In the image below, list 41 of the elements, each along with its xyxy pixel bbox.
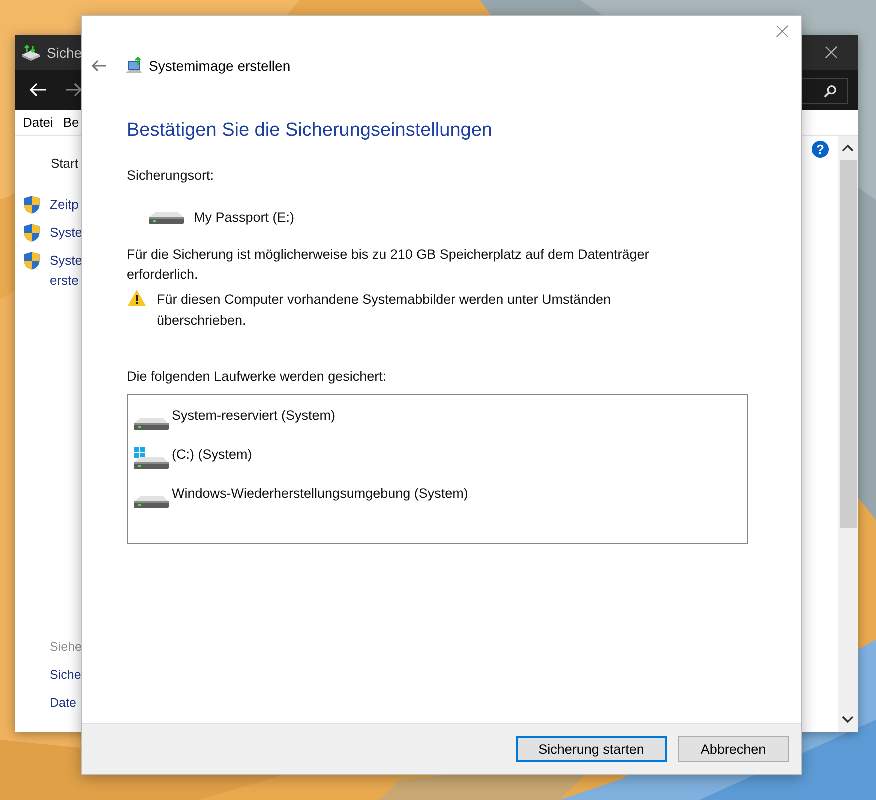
scrollbar[interactable] [838,136,858,732]
computer-backup-icon [125,57,143,75]
drive-icon [148,210,184,224]
help-icon[interactable]: ? [812,141,829,158]
warning-message: Für diesen Computer vorhandene Systemabbilder werden unter Umständen überschrieben. [157,291,612,330]
task-link[interactable]: Zeitp [50,195,81,215]
drive-name: System-reserviert (System) [172,408,336,423]
dialog-title: Systemimage erstellen [149,58,291,74]
system-drive-icon [133,446,169,470]
start-backup-button[interactable]: Sicherung starten [516,736,667,762]
search-icon [824,84,837,98]
window-title: Siche [47,44,82,60]
related-link[interactable]: Date [50,696,81,710]
space-note: Für die Sicherung ist möglicherweise bis zu 210 GB Speicherplatz auf dem Datenträger erforderlich. [127,246,650,284]
scroll-up-icon[interactable] [842,144,854,152]
backup-drive-icon [21,44,41,60]
nav-link[interactable]: Start [51,156,81,171]
task-link[interactable]: Syste [50,223,82,243]
related-link[interactable]: Siche [50,668,81,682]
location-label: Sicherungsort: [127,168,216,183]
page-heading: Bestätigen Sie die Sicherungseinstellungen [127,120,494,142]
forward-arrow-icon[interactable] [65,83,83,97]
shield-icon [23,251,41,271]
menu-item[interactable]: Datei [23,115,54,130]
drive-icon [133,495,169,509]
scroll-down-icon[interactable] [842,716,854,724]
close-icon[interactable] [776,24,789,38]
drive-icon [133,417,169,431]
task-link[interactable]: Syste erste [50,251,82,291]
backup-location: My Passport (E:) [194,210,295,225]
drive-name: (C:) (System) [172,447,252,462]
close-icon[interactable] [825,46,838,59]
drive-name: Windows-Wiederherstellungsumgebung (System) [172,486,468,501]
menu-item[interactable]: Be [63,115,80,130]
warning-icon [127,289,147,307]
scrollbar-thumb[interactable] [840,160,856,528]
shield-icon [23,223,41,243]
shield-icon [23,195,41,215]
drives-label: Die folgenden Laufwerke werden gesichert: [127,369,388,384]
cancel-button[interactable]: Abbrechen [678,736,789,762]
section-heading: Siehe [50,640,81,654]
